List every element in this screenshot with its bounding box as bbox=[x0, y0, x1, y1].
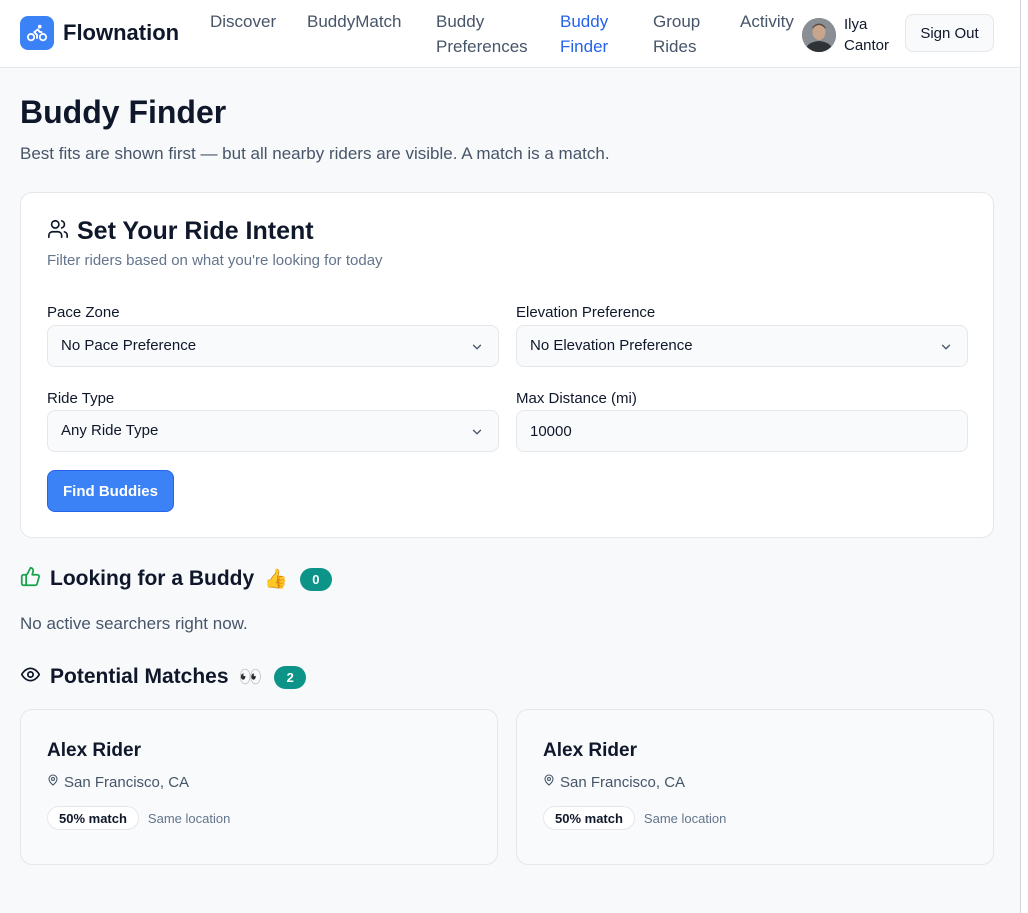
looking-title: Looking for a Buddy bbox=[50, 567, 255, 590]
ride-type-select[interactable]: Any Ride Type bbox=[47, 410, 499, 452]
page-subtitle: Best fits are shown first — but all near… bbox=[20, 144, 610, 163]
user-menu[interactable]: Ilya Cantor bbox=[802, 14, 900, 56]
match-percent-badge: 50% match bbox=[543, 806, 635, 830]
potential-emoji: 👀 bbox=[238, 667, 263, 688]
elevation-value: No Elevation Preference bbox=[530, 337, 693, 354]
ride-type-label: Ride Type bbox=[47, 390, 115, 407]
match-card[interactable]: Alex Rider San Francisco, CA 50% match S… bbox=[516, 709, 994, 865]
looking-count-badge: 0 bbox=[299, 567, 332, 591]
nav-discover[interactable]: Discover bbox=[210, 9, 290, 34]
pace-zone-value: No Pace Preference bbox=[61, 337, 197, 354]
sign-out-button[interactable]: Sign Out bbox=[905, 14, 994, 52]
page-title: Buddy Finder bbox=[20, 94, 227, 130]
map-pin-icon bbox=[543, 773, 555, 791]
max-distance-input[interactable] bbox=[516, 410, 968, 452]
ride-intent-card: Set Your Ride Intent Filter riders based… bbox=[20, 192, 994, 538]
nav-activity[interactable]: Activity bbox=[740, 9, 804, 34]
bike-icon bbox=[20, 16, 54, 50]
rider-location: San Francisco, CA bbox=[47, 773, 189, 791]
chevron-down-icon bbox=[470, 425, 484, 444]
map-pin-icon bbox=[47, 773, 59, 791]
potential-count-badge: 2 bbox=[274, 665, 307, 689]
looking-section-header: Looking for a Buddy 👍 0 bbox=[20, 566, 332, 592]
chevron-down-icon bbox=[939, 340, 953, 359]
ride-type-value: Any Ride Type bbox=[61, 422, 159, 439]
nav-buddymatch[interactable]: BuddyMatch bbox=[307, 9, 417, 34]
potential-title: Potential Matches bbox=[50, 665, 229, 688]
rider-name: Alex Rider bbox=[47, 740, 141, 761]
rider-name: Alex Rider bbox=[543, 740, 637, 761]
pace-zone-select[interactable]: No Pace Preference bbox=[47, 325, 499, 367]
brand-name: Flownation bbox=[63, 20, 180, 45]
top-navbar: Flownation Discover BuddyMatch Buddy Pre… bbox=[0, 0, 1020, 68]
card-subtitle: Filter riders based on what you're looki… bbox=[47, 252, 383, 269]
match-reason: Same location bbox=[643, 810, 727, 826]
match-reason: Same location bbox=[147, 810, 231, 826]
rider-location-text: San Francisco, CA bbox=[64, 773, 190, 791]
users-icon bbox=[47, 218, 69, 245]
nav-group-rides[interactable]: Group Rides bbox=[653, 9, 713, 59]
max-distance-label: Max Distance (mi) bbox=[516, 390, 637, 407]
match-card[interactable]: Alex Rider San Francisco, CA 50% match S… bbox=[20, 709, 498, 865]
pace-zone-label: Pace Zone bbox=[47, 304, 120, 321]
chevron-down-icon bbox=[470, 340, 484, 359]
scrollbar[interactable] bbox=[1020, 0, 1028, 913]
card-title: Set Your Ride Intent bbox=[77, 217, 314, 245]
empty-state-message: No active searchers right now. bbox=[20, 614, 248, 633]
nav-buddy-preferences[interactable]: Buddy Preferences bbox=[436, 9, 536, 59]
elevation-select[interactable]: No Elevation Preference bbox=[516, 325, 968, 367]
looking-emoji: 👍 bbox=[264, 569, 288, 590]
elevation-label: Elevation Preference bbox=[516, 304, 656, 321]
brand[interactable]: Flownation bbox=[20, 16, 179, 50]
nav-buddy-finder[interactable]: Buddy Finder bbox=[560, 9, 620, 59]
find-buddies-button[interactable]: Find Buddies bbox=[47, 470, 174, 512]
avatar bbox=[802, 18, 836, 52]
eye-icon bbox=[20, 664, 41, 690]
rider-location: San Francisco, CA bbox=[543, 773, 685, 791]
potential-section-header: Potential Matches 👀 2 bbox=[20, 664, 307, 690]
user-name: Ilya Cantor bbox=[844, 16, 890, 54]
thumbs-up-icon bbox=[20, 566, 41, 592]
rider-location-text: San Francisco, CA bbox=[560, 773, 686, 791]
match-percent-badge: 50% match bbox=[47, 806, 139, 830]
